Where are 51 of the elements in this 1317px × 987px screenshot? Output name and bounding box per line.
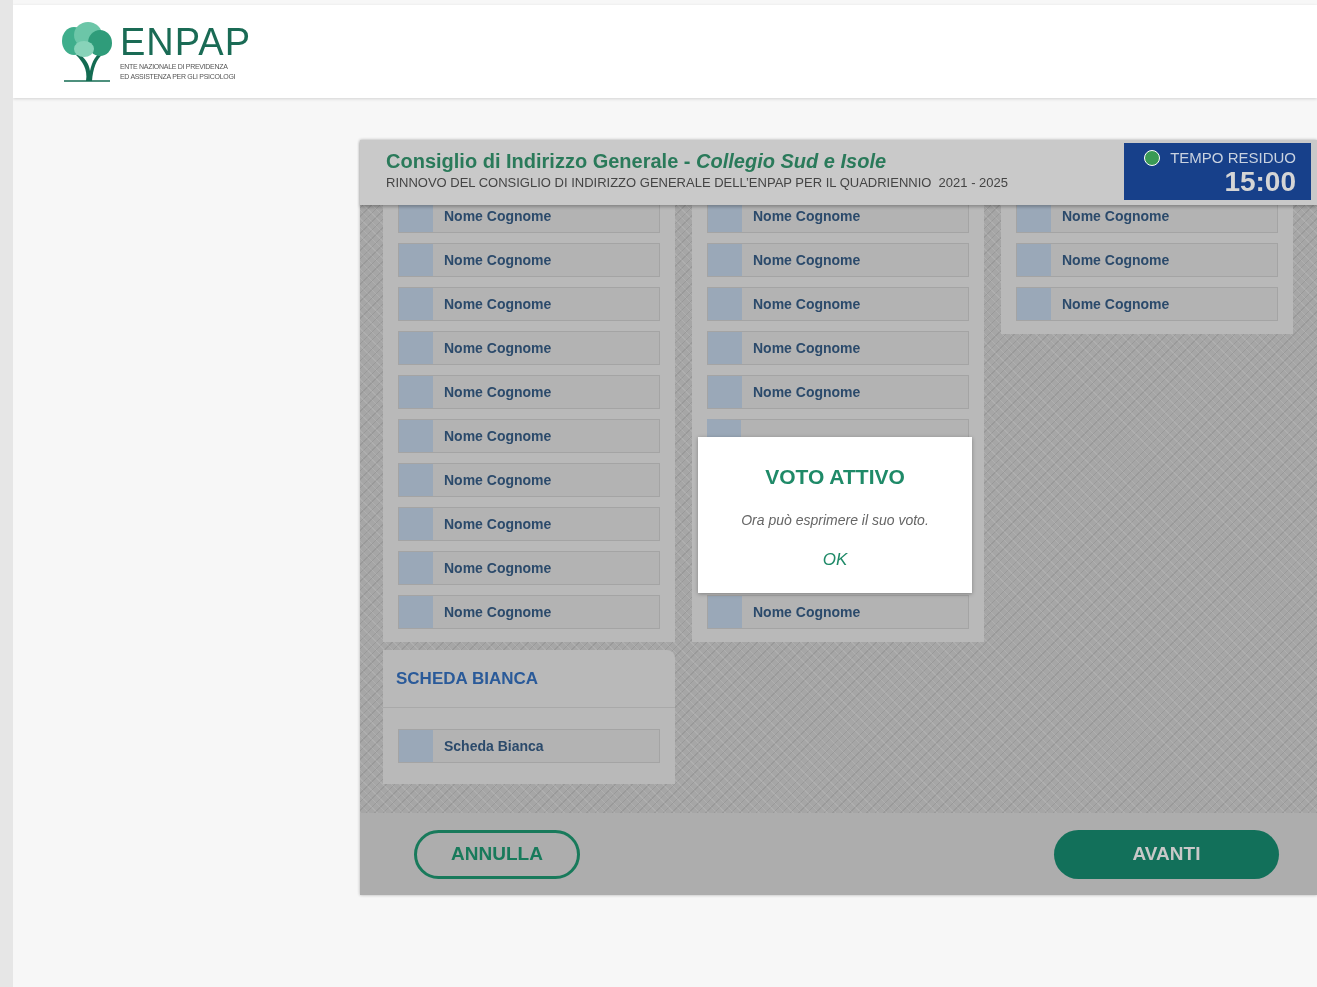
checkbox[interactable] [708,288,742,320]
next-button[interactable]: AVANTI [1054,829,1279,879]
checkbox[interactable] [708,332,742,364]
candidate-option[interactable]: Scheda Bianca [433,730,659,762]
candidate-option[interactable]: Nome Cognome [433,464,659,496]
candidate-option[interactable]: Nome Cognome [433,288,659,320]
candidate-option[interactable]: Nome Cognome [1051,205,1277,232]
section-heading: SCHEDA BIANCA [396,667,538,690]
checkbox[interactable] [708,244,742,276]
ballot-subtitle: RINNOVO DEL CONSIGLIO DI INDIRIZZO GENERALE DELL’ENPAP PER IL QUADRIENNIO 2021 - 2025 [386,174,1009,192]
ok-button[interactable]: OK [822,547,848,573]
candidate-option[interactable]: Nome Cognome [433,205,659,232]
candidate-option[interactable]: Nome Cognome [742,332,968,364]
timer-value: 15:00 [1224,167,1296,197]
candidate-option[interactable]: Nome Cognome [433,508,659,540]
checkbox[interactable] [399,508,433,540]
dialog-message: Ora può esprimere il suo voto. [741,511,929,530]
checkbox[interactable] [399,464,433,496]
checkbox[interactable] [708,376,742,408]
candidate-option[interactable]: Nome Cognome [1051,244,1277,276]
logo-wordmark: ENPAP [120,21,251,62]
checkbox[interactable] [399,420,433,452]
checkbox[interactable] [399,552,433,584]
candidate-option[interactable]: Nome Cognome [742,288,968,320]
checkbox[interactable] [399,288,433,320]
checkbox[interactable] [399,730,433,762]
candidate-option[interactable]: Nome Cognome [742,205,968,232]
candidate-option[interactable]: Nome Cognome [433,596,659,628]
candidate-option[interactable]: Nome Cognome [742,596,968,628]
candidate-option[interactable]: Nome Cognome [433,420,659,452]
checkbox[interactable] [708,205,742,232]
candidate-option[interactable]: Nome Cognome [433,244,659,276]
candidate-option[interactable]: Nome Cognome [742,376,968,408]
candidate-option[interactable]: Nome Cognome [742,244,968,276]
checkbox[interactable] [1017,288,1051,320]
checkbox[interactable] [1017,244,1051,276]
checkbox[interactable] [708,596,742,628]
candidate-option[interactable]: Nome Cognome [1051,288,1277,320]
candidate-option[interactable]: Nome Cognome [433,552,659,584]
checkbox[interactable] [399,376,433,408]
checkbox[interactable] [399,205,433,232]
cancel-button[interactable]: ANNULLA [414,829,580,879]
checkbox[interactable] [399,596,433,628]
checkbox[interactable] [399,244,433,276]
candidate-option[interactable]: Nome Cognome [433,332,659,364]
ballot-title: Consiglio di Indirizzo Generale - Collegio Sud e Isole [386,149,888,174]
dialog-title: VOTO ATTIVO [765,464,905,490]
candidate-option[interactable]: Nome Cognome [433,376,659,408]
checkbox[interactable] [1017,205,1051,232]
timer-label: TEMPO RESIDUO [1170,149,1296,167]
checkbox[interactable] [399,332,433,364]
